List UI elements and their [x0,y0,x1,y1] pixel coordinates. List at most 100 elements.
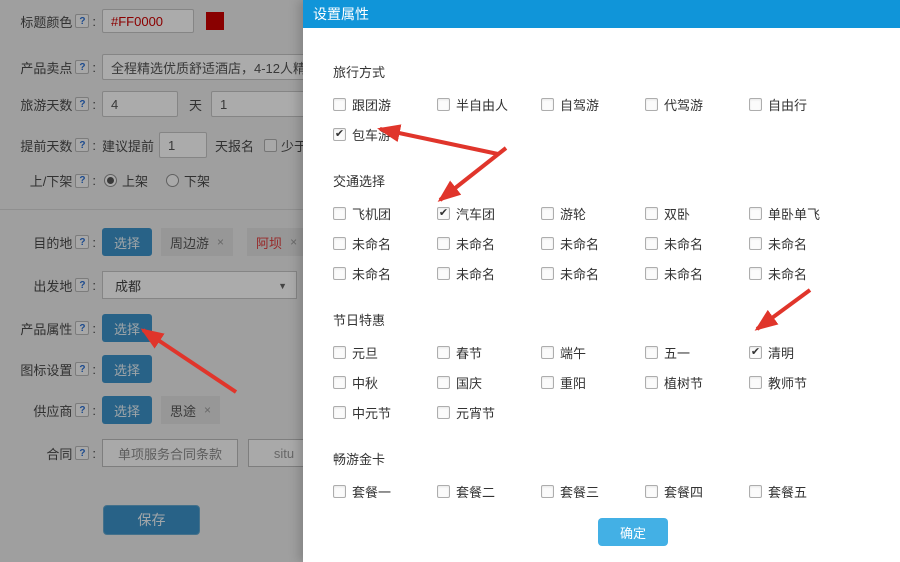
checkbox-option[interactable]: 国庆 [437,367,541,397]
checkbox[interactable] [437,406,450,419]
checkbox-option[interactable]: ✔汽车团 [437,198,541,228]
checkbox[interactable] [437,485,450,498]
checkbox-label: 双卧 [664,204,690,223]
checkbox-option[interactable]: 套餐二 [437,476,541,506]
page: 标题颜色 ? : 产品卖点 ? : 旅游天数 ? : 天 [0,0,900,562]
checkbox-option[interactable]: 中元节 [333,397,437,427]
checkbox-option[interactable]: 套餐四 [645,476,749,506]
checkbox-option[interactable]: 飞机团 [333,198,437,228]
checkbox-label: 未命名 [456,264,495,283]
checkbox-option[interactable]: 双卧 [645,198,749,228]
checkbox-option[interactable]: ✔ 包车游 [333,119,437,149]
checkbox[interactable] [541,207,554,220]
checkbox-option[interactable]: 代驾游 [645,89,749,119]
checkbox[interactable] [333,406,346,419]
checkbox-option[interactable]: 元宵节 [437,397,541,427]
checkbox-option[interactable]: 自由行 [749,89,853,119]
checkbox[interactable] [541,98,554,111]
checkbox[interactable] [749,267,762,280]
checkbox-option[interactable]: 自驾游 [541,89,645,119]
checkbox-label: 未命名 [560,234,599,253]
checkbox-option[interactable]: 未命名 [645,258,749,288]
checkbox[interactable] [645,485,658,498]
checkbox-section: 旅行方式跟团游半自由人自驾游代驾游自由行✔包车游 [333,62,900,149]
checkbox-option[interactable]: 端午 [541,337,645,367]
checkbox-label: 代驾游 [664,95,703,114]
checkbox-option[interactable]: 五一 [645,337,749,367]
confirm-button[interactable]: 确定 [598,518,668,546]
checkbox[interactable]: ✔ [437,207,450,220]
checkbox-option[interactable]: 未命名 [645,228,749,258]
checkbox-option[interactable]: 未命名 [749,258,853,288]
checkbox[interactable] [541,485,554,498]
checkbox-grid: 套餐一 套餐二套餐三 套餐四套餐五 [333,476,900,506]
checkbox-option[interactable]: 跟团游 [333,89,437,119]
checkbox[interactable] [333,267,346,280]
section-title: 节日特惠 [333,310,900,329]
checkbox-option[interactable]: 教师节 [749,367,853,397]
checkbox-label: 游轮 [560,204,586,223]
checkbox[interactable] [437,237,450,250]
checkbox-option[interactable]: 未命名 [333,258,437,288]
checkbox[interactable] [541,237,554,250]
checkbox-label: 教师节 [768,373,807,392]
checkbox-section: 交通选择飞机团✔汽车团游轮双卧单卧单飞未命名未命名未命名未命名未命名未命名未命名… [333,171,900,288]
checkbox-option[interactable]: 套餐五 [749,476,853,506]
checkbox-option[interactable]: 套餐三 [541,476,645,506]
checkbox[interactable] [749,485,762,498]
checkbox-option[interactable]: 未命名 [749,228,853,258]
checkbox-option[interactable]: 游轮 [541,198,645,228]
checkbox[interactable] [645,346,658,359]
checkbox-option[interactable]: ✔清明 [749,337,853,367]
checkbox[interactable] [333,98,346,111]
checkbox-option[interactable]: 中秋 [333,367,437,397]
checkbox-label: 套餐一 [352,482,391,501]
checkbox-option[interactable]: 半自由人 [437,89,541,119]
checkbox-grid: 元旦春节端午五一✔清明中秋国庆重阳植树节教师节中元节元宵节 [333,337,900,427]
checkbox[interactable] [541,376,554,389]
checkbox-option[interactable]: 重阳 [541,367,645,397]
checkbox[interactable] [541,267,554,280]
checkbox[interactable] [645,237,658,250]
checkbox-option[interactable]: 未命名 [541,228,645,258]
checkbox[interactable] [749,207,762,220]
modal-backdrop[interactable] [0,0,303,562]
checkbox[interactable] [645,376,658,389]
checkbox-grid: 跟团游半自由人自驾游代驾游 自由行 ✔ 包车游 [333,89,900,149]
checkbox[interactable] [541,346,554,359]
checkbox-label: 未命名 [352,264,391,283]
checkbox[interactable] [749,237,762,250]
checkbox-option[interactable]: 未命名 [437,258,541,288]
checkbox[interactable] [333,346,346,359]
checkbox-option[interactable]: 元旦 [333,337,437,367]
checkbox[interactable] [749,98,762,111]
checkbox-option[interactable]: 套餐一 [333,476,437,506]
checkbox[interactable] [333,237,346,250]
checkbox[interactable] [645,267,658,280]
checkbox-option[interactable]: 未命名 [541,258,645,288]
checkbox[interactable] [437,376,450,389]
checkbox-option[interactable]: 春节 [437,337,541,367]
checkbox-option[interactable]: 单卧单飞 [749,198,853,228]
checkbox[interactable] [645,98,658,111]
checkbox[interactable]: ✔ [333,128,346,141]
checkbox-option[interactable]: 未命名 [437,228,541,258]
checkbox[interactable] [437,267,450,280]
checkbox[interactable] [333,207,346,220]
checkbox[interactable] [333,485,346,498]
checkbox-label: 包车游 [352,125,391,144]
modal-body: 旅行方式跟团游半自由人自驾游代驾游自由行✔包车游交通选择飞机团✔汽车团游轮双卧单… [303,28,900,546]
section-title: 交通选择 [333,171,900,190]
checkbox[interactable] [437,98,450,111]
checkbox-label: 未命名 [768,264,807,283]
checkbox-label: 套餐三 [560,482,599,501]
checkbox[interactable] [437,346,450,359]
checkbox-option[interactable]: 植树节 [645,367,749,397]
checkbox[interactable] [645,207,658,220]
checkbox-option[interactable]: 未命名 [333,228,437,258]
checkbox-section: 节日特惠元旦春节端午五一✔清明中秋国庆重阳植树节教师节中元节元宵节 [333,310,900,427]
checkbox[interactable] [749,376,762,389]
checkbox[interactable]: ✔ [749,346,762,359]
checkbox[interactable] [333,376,346,389]
checkbox-grid: 飞机团✔汽车团游轮双卧单卧单飞未命名未命名未命名未命名未命名未命名未命名未命名未… [333,198,900,288]
